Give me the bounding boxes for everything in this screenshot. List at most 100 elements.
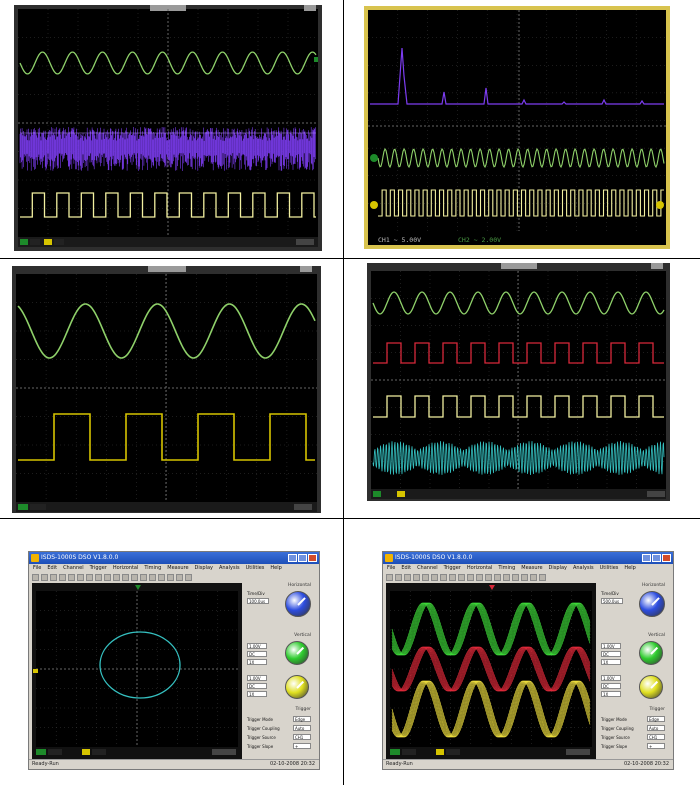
maximize-button[interactable]	[652, 554, 661, 562]
minimize-button[interactable]	[642, 554, 651, 562]
maximize-button[interactable]	[298, 554, 307, 562]
toolbar-button[interactable]	[131, 573, 138, 581]
ch1-probe-select[interactable]: 1X	[247, 659, 267, 665]
trigger-row-select[interactable]: CH1	[647, 734, 665, 740]
toolbar-button[interactable]	[521, 573, 528, 581]
toolbar-button[interactable]	[86, 573, 93, 581]
menu-item-utilities[interactable]: Utilities	[600, 564, 619, 572]
menu-item-help[interactable]: Help	[270, 564, 281, 572]
timebase-knob[interactable]	[639, 591, 665, 617]
menu-item-edit[interactable]: Edit	[47, 564, 57, 572]
toolbar-button[interactable]	[512, 573, 519, 581]
trigger-row-select[interactable]: CH1	[293, 734, 311, 740]
toolbar-button[interactable]	[167, 573, 174, 581]
timebase-select[interactable]: 100.0us	[247, 598, 269, 604]
toolbar-button[interactable]	[68, 573, 75, 581]
menu-item-help[interactable]: Help	[624, 564, 635, 572]
menu-item-file[interactable]: File	[33, 564, 41, 572]
toolbar-button[interactable]	[104, 573, 111, 581]
ch1-volts-select[interactable]: 1.00V	[601, 643, 621, 649]
ch1-probe-select[interactable]: 1X	[601, 659, 621, 665]
toolbar-button[interactable]	[59, 573, 66, 581]
close-button[interactable]	[662, 554, 671, 562]
toolbar-button[interactable]	[449, 573, 456, 581]
window-titlebar[interactable]: ISDS-1000S DSO V1.8.0.0	[383, 552, 673, 564]
menu-item-horizontal[interactable]: Horizontal	[467, 564, 493, 572]
ch2-coupling-select[interactable]: DC	[601, 683, 621, 689]
menu-item-display[interactable]: Display	[195, 564, 213, 572]
ch1-coupling-select[interactable]: DC	[247, 651, 267, 657]
toolbar-button[interactable]	[530, 573, 537, 581]
trigger-row-select[interactable]: Edge	[647, 716, 665, 722]
toolbar-button[interactable]	[503, 573, 510, 581]
ch1-volts-select[interactable]: 1.00V	[247, 643, 267, 649]
ch2-coupling-select[interactable]: DC	[247, 683, 267, 689]
ch2-level-marker[interactable]	[370, 201, 378, 209]
menu-item-channel[interactable]: Channel	[417, 564, 438, 572]
menu-item-horizontal[interactable]: Horizontal	[113, 564, 139, 572]
ch2-volts-knob[interactable]	[285, 675, 309, 699]
dso-window-multichannel: ISDS-1000S DSO V1.8.0.0 File Edit Channel T…	[382, 551, 674, 770]
toolbar-button[interactable]	[440, 573, 447, 581]
menu-item-measure[interactable]: Measure	[521, 564, 542, 572]
menu-item-timing[interactable]: Timing	[144, 564, 161, 572]
toolbar-button[interactable]	[404, 573, 411, 581]
menu-item-utilities[interactable]: Utilities	[246, 564, 265, 572]
toolbar-button[interactable]	[386, 573, 393, 581]
toolbar-button[interactable]	[77, 573, 84, 581]
menu-item-analysis[interactable]: Analysis	[573, 564, 594, 572]
toolbar-button[interactable]	[149, 573, 156, 581]
ch2-volts-select[interactable]: 1.00V	[247, 675, 267, 681]
toolbar-button[interactable]	[95, 573, 102, 581]
ch1-level-marker[interactable]	[370, 154, 378, 162]
toolbar-button[interactable]	[113, 573, 120, 581]
toolbar-button[interactable]	[140, 573, 147, 581]
toolbar-button[interactable]	[176, 573, 183, 581]
toolbar-button[interactable]	[458, 573, 465, 581]
timebase-select[interactable]: 500.0us	[601, 598, 623, 604]
ch2-volts-knob[interactable]	[639, 675, 663, 699]
trigger-row-select[interactable]: Auto	[293, 725, 311, 731]
toolbar-button[interactable]	[32, 573, 39, 581]
close-button[interactable]	[308, 554, 317, 562]
menu-item-channel[interactable]: Channel	[63, 564, 84, 572]
trigger-row-select[interactable]: +	[293, 743, 311, 749]
toolbar-button[interactable]	[431, 573, 438, 581]
window-titlebar[interactable]: ISDS-1000S DSO V1.8.0.0	[29, 552, 319, 564]
menu-item-timing[interactable]: Timing	[498, 564, 515, 572]
toolbar-button[interactable]	[485, 573, 492, 581]
trigger-row-select[interactable]: +	[647, 743, 665, 749]
toolbar-button[interactable]	[539, 573, 546, 581]
timebase-knob[interactable]	[285, 591, 311, 617]
trigger-row-select[interactable]: Edge	[293, 716, 311, 722]
ch1-coupling-select[interactable]: DC	[601, 651, 621, 657]
toolbar-button[interactable]	[422, 573, 429, 581]
ch2-probe-select[interactable]: 1X	[601, 691, 621, 697]
trigger-row-select[interactable]: Auto	[647, 725, 665, 731]
menu-item-display[interactable]: Display	[549, 564, 567, 572]
menu-item-edit[interactable]: Edit	[401, 564, 411, 572]
toolbar-button[interactable]	[476, 573, 483, 581]
menu-item-analysis[interactable]: Analysis	[219, 564, 240, 572]
toolbar-button[interactable]	[494, 573, 501, 581]
toolbar-button[interactable]	[467, 573, 474, 581]
ch1-volts-knob[interactable]	[639, 641, 663, 665]
ch2-volts-select[interactable]: 1.00V	[601, 675, 621, 681]
menu-item-measure[interactable]: Measure	[167, 564, 188, 572]
ch-level-marker[interactable]	[33, 669, 38, 673]
toolbar-button[interactable]	[122, 573, 129, 581]
toolbar-button[interactable]	[50, 573, 57, 581]
minimize-button[interactable]	[288, 554, 297, 562]
toolbar-button[interactable]	[185, 573, 192, 581]
toolbar-button[interactable]	[158, 573, 165, 581]
ch1-volts-knob[interactable]	[285, 641, 309, 665]
ch2-probe-select[interactable]: 1X	[247, 691, 267, 697]
menu-item-file[interactable]: File	[387, 564, 395, 572]
menu-item-trigger[interactable]: Trigger	[90, 564, 107, 572]
toolbar-button[interactable]	[413, 573, 420, 581]
ch1-level-marker[interactable]	[314, 57, 318, 62]
menu-item-trigger[interactable]: Trigger	[444, 564, 461, 572]
toolbar-button[interactable]	[41, 573, 48, 581]
trigger-level-marker[interactable]	[656, 201, 664, 209]
toolbar-button[interactable]	[395, 573, 402, 581]
